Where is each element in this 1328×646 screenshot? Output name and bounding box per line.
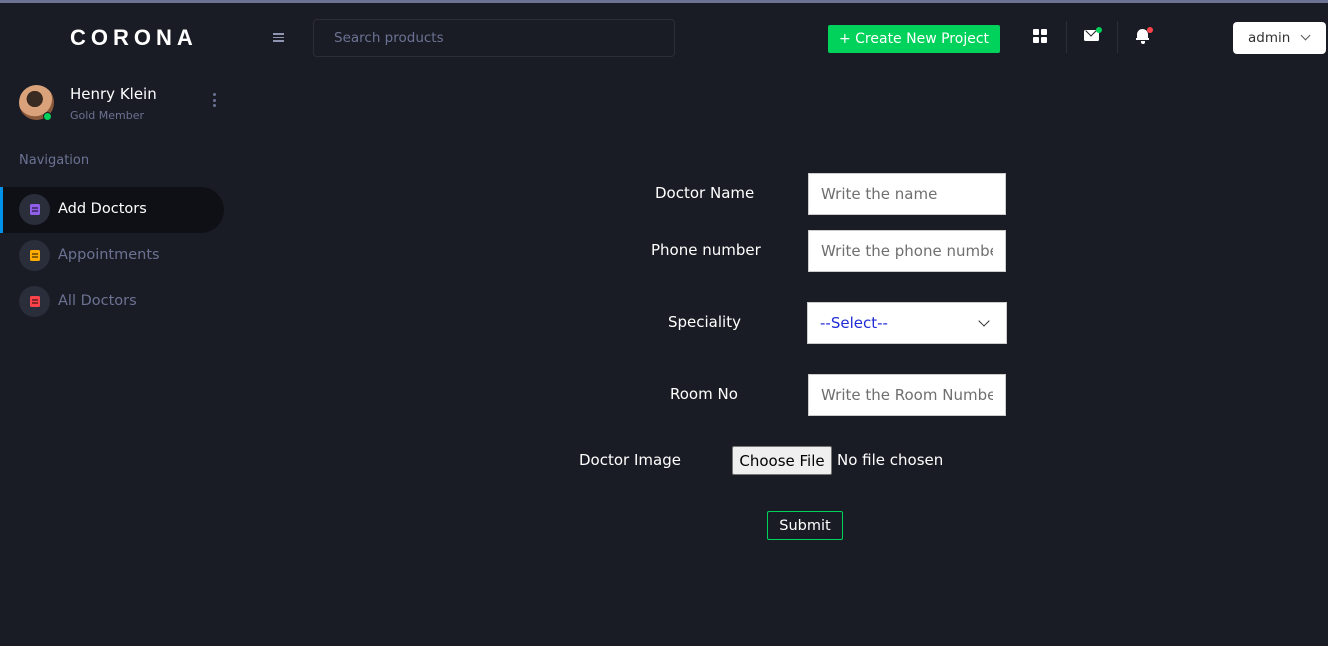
search-input[interactable] [313, 19, 675, 57]
doctor-image-label: Doctor Image [579, 451, 681, 469]
doctor-name-label: Doctor Name [655, 184, 755, 202]
menu-icon[interactable] [273, 33, 284, 42]
bell-notification-dot [1147, 27, 1153, 33]
online-status-dot [43, 112, 52, 121]
nav-icon-circle [19, 194, 50, 225]
nav-icon-circle [19, 286, 50, 317]
user-menu-label: admin [1248, 30, 1291, 46]
submit-button[interactable]: Submit [767, 511, 843, 540]
sidebar-item-appointments[interactable]: Appointments [0, 233, 224, 279]
room-input[interactable] [808, 374, 1006, 416]
profile-name: Henry Klein [70, 85, 157, 103]
profile-card: Henry Klein Gold Member [19, 85, 229, 125]
mail-notification-dot [1096, 27, 1102, 33]
sidebar-item-add-doctors[interactable]: Add Doctors [0, 187, 224, 233]
sidebar-item-all-doctors[interactable]: All Doctors [0, 279, 224, 325]
speciality-select-value: --Select-- [820, 314, 888, 332]
room-label: Room No [670, 385, 738, 403]
sidebar-item-label: Add Doctors [58, 201, 147, 217]
phone-input[interactable] [808, 230, 1006, 272]
create-project-button[interactable]: + Create New Project [828, 25, 1000, 53]
nav-icon-circle [19, 240, 50, 271]
brand-logo[interactable]: CORONA [70, 25, 198, 51]
divider [1066, 21, 1067, 53]
document-icon [29, 204, 40, 215]
more-vertical-icon[interactable] [212, 93, 218, 109]
topbar: + Create New Project admin [244, 3, 1328, 73]
user-menu-dropdown[interactable]: admin [1233, 22, 1326, 54]
choose-file-button[interactable]: Choose File [732, 446, 832, 475]
speciality-label: Speciality [668, 313, 741, 331]
speciality-select[interactable]: --Select-- [807, 302, 1007, 344]
sidebar-item-label: All Doctors [58, 293, 137, 309]
document-icon [29, 296, 40, 307]
doctor-name-input[interactable] [808, 173, 1006, 215]
divider [1117, 21, 1118, 53]
sidebar-nav: Add Doctors Appointments All Doctors [0, 187, 244, 325]
chevron-down-icon [978, 315, 990, 327]
profile-role: Gold Member [70, 109, 145, 122]
sidebar: CORONA Henry Klein Gold Member Navigatio… [0, 3, 244, 646]
file-status-text: No file chosen [837, 451, 944, 469]
sidebar-item-label: Appointments [58, 247, 160, 263]
grid-icon[interactable] [1033, 29, 1047, 43]
phone-label: Phone number [651, 241, 761, 259]
nav-heading: Navigation [19, 153, 90, 168]
document-icon [29, 250, 40, 261]
chevron-down-icon [1300, 30, 1311, 41]
